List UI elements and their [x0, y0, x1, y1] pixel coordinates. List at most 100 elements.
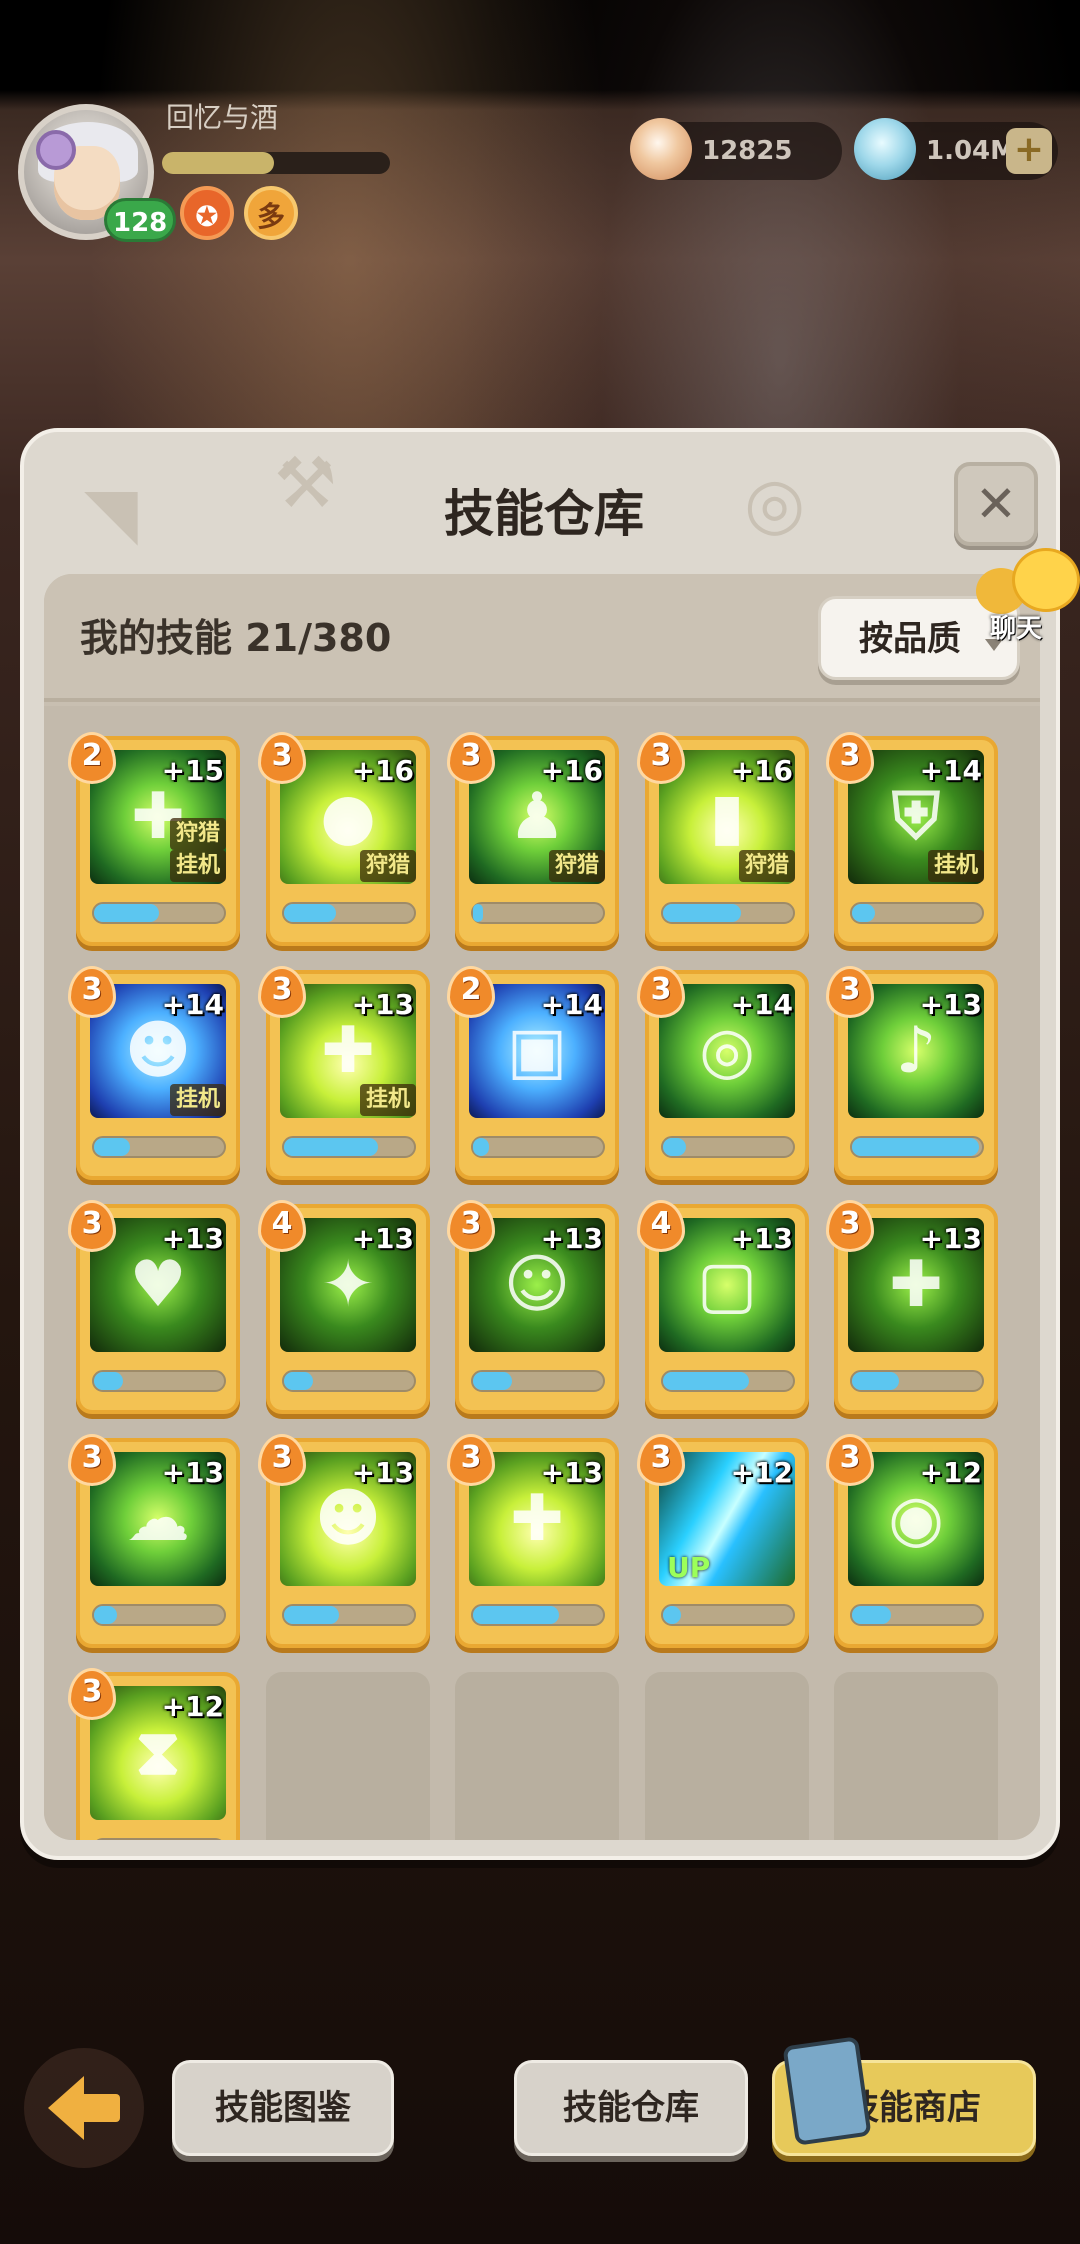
- skill-rank-badge: 3: [68, 1668, 116, 1724]
- skill-shop-button[interactable]: 技能商店: [772, 2036, 1036, 2156]
- skill-progress-bar: [92, 1136, 226, 1158]
- skill-rank-badge: 3: [68, 1200, 116, 1256]
- skill-bonus: +13: [540, 1222, 603, 1255]
- skill-card[interactable]: ☺ +13 3: [447, 1200, 619, 1414]
- skill-rank: 3: [271, 1440, 293, 1475]
- skill-rank: 2: [81, 738, 103, 773]
- skill-bonus: +16: [730, 754, 793, 787]
- skill-rank-badge: 4: [637, 1200, 685, 1256]
- gem-currency: 1.04M +: [854, 118, 1058, 180]
- skill-progress-fill: [473, 1372, 512, 1390]
- skill-bonus: +16: [351, 754, 414, 787]
- skill-rank-badge: 2: [447, 966, 495, 1022]
- skill-rank-badge: 3: [826, 1200, 874, 1256]
- skill-card[interactable]: ✚ +13 3: [447, 1434, 619, 1648]
- skill-storage-panel: ◥ ⚒ ◎ 技能仓库 ✕ 我的技能 21/380 按品质 ✚ +15 狩猎 挂机 2 ● +…: [20, 428, 1060, 1860]
- empty-skill-slot: [834, 1672, 998, 1840]
- skill-card[interactable]: ✦ +13 4: [258, 1200, 430, 1414]
- skill-card[interactable]: ◎ +14 3: [637, 966, 809, 1180]
- skill-rank: 3: [839, 1206, 861, 1241]
- skill-rank: 3: [839, 1440, 861, 1475]
- skill-progress-fill: [284, 1606, 339, 1624]
- skill-codex-button[interactable]: 技能图鉴: [172, 2060, 394, 2156]
- skill-tag: 狩猎: [738, 850, 795, 882]
- skill-card[interactable]: ✚ +15 狩猎 挂机 2: [68, 732, 240, 946]
- medal-icon[interactable]: ✪: [180, 186, 234, 240]
- skill-progress-bar: [92, 1370, 226, 1392]
- skill-card[interactable]: ♪ +13 3: [826, 966, 998, 1180]
- upgrade-tag: UP: [667, 1551, 711, 1584]
- skill-card[interactable]: +12 UP 3: [637, 1434, 809, 1648]
- skill-storage-button[interactable]: 技能仓库: [514, 2060, 748, 2156]
- skill-card[interactable]: ☁ +13 3: [68, 1434, 240, 1648]
- skill-rank-badge: 3: [637, 1434, 685, 1490]
- skill-rank: 3: [650, 1440, 672, 1475]
- skill-card[interactable]: ♟ +16 狩猎 3: [447, 732, 619, 946]
- skill-bonus: +14: [730, 988, 793, 1021]
- skill-progress-fill: [284, 1138, 378, 1156]
- skill-progress-bar: [282, 902, 416, 924]
- skill-rank-badge: 3: [826, 1434, 874, 1490]
- skill-bonus: +13: [351, 988, 414, 1021]
- skill-bonus: +13: [351, 1222, 414, 1255]
- skill-rank-badge: 3: [258, 966, 306, 1022]
- skill-progress-bar: [471, 902, 605, 924]
- skill-rank-badge: 3: [447, 732, 495, 788]
- skill-card[interactable]: ◉ +12 3: [826, 1434, 998, 1648]
- skill-progress-bar: [471, 1370, 605, 1392]
- skill-progress-bar: [282, 1136, 416, 1158]
- skill-card[interactable]: ⧗ +12 3: [68, 1668, 240, 1840]
- skill-rank: 3: [81, 972, 103, 1007]
- skill-card[interactable]: ● +16 狩猎 3: [258, 732, 430, 946]
- skill-progress-bar: [282, 1604, 416, 1626]
- skill-rank: 3: [271, 738, 293, 773]
- skill-rank: 4: [650, 1206, 672, 1241]
- multi-medal-icon[interactable]: 多: [244, 186, 298, 240]
- skill-rank-badge: 3: [447, 1200, 495, 1256]
- gem-amount: 1.04M: [926, 136, 1017, 166]
- skill-bonus: +13: [161, 1222, 224, 1255]
- skill-progress-fill: [663, 1372, 749, 1390]
- skill-card[interactable]: ♥ +13 3: [68, 1200, 240, 1414]
- skill-tag: 狩猎: [548, 850, 605, 882]
- skill-progress-fill: [473, 904, 484, 922]
- skill-rank: 3: [460, 1206, 482, 1241]
- skill-rank: 3: [81, 1206, 103, 1241]
- skill-rank: 3: [271, 972, 293, 1007]
- skill-progress-fill: [852, 904, 876, 922]
- shop-card-icon: [782, 2036, 872, 2146]
- skill-card[interactable]: ▮ +16 狩猎 3: [637, 732, 809, 946]
- close-button[interactable]: ✕: [954, 462, 1038, 546]
- panel-title: 技能仓库: [444, 485, 644, 543]
- skill-inventory: 我的技能 21/380 按品质 ✚ +15 狩猎 挂机 2 ● +16 狩猎 3 ♟ +16 狩猎 3 ▮…: [44, 574, 1040, 1840]
- smiley-icon: [1012, 548, 1080, 612]
- skill-card[interactable]: ☻ +14 挂机 3: [68, 966, 240, 1180]
- skill-rank: 3: [839, 738, 861, 773]
- back-button[interactable]: [24, 2048, 144, 2168]
- skill-card[interactable]: ✚ +13 挂机 3: [258, 966, 430, 1180]
- skill-progress-fill: [663, 904, 741, 922]
- skill-bonus: +14: [161, 988, 224, 1021]
- skill-tag: 挂机: [169, 1084, 226, 1116]
- skill-rank: 4: [271, 1206, 293, 1241]
- skill-progress-fill: [473, 1138, 489, 1156]
- skill-card[interactable]: ⛨ +14 挂机 3: [826, 732, 998, 946]
- skill-tag: 挂机: [927, 850, 984, 882]
- skill-card[interactable]: ☻ +13 3: [258, 1434, 430, 1648]
- skill-progress-fill: [852, 1372, 899, 1390]
- shell-amount: 12825: [702, 136, 793, 166]
- skill-progress-fill: [852, 1606, 891, 1624]
- skill-progress-bar: [661, 902, 795, 924]
- skill-progress-bar: [850, 902, 984, 924]
- skill-card[interactable]: ✚ +13 3: [826, 1200, 998, 1414]
- skill-grid: ✚ +15 狩猎 挂机 2 ● +16 狩猎 3 ♟ +16 狩猎 3 ▮ +16 狩猎 3 ⛨ +14 挂机 3 ☻ +1…: [44, 706, 1040, 1840]
- skill-card[interactable]: ▣ +14 2: [447, 966, 619, 1180]
- skill-bonus: +13: [919, 1222, 982, 1255]
- back-arrow-tail: [80, 2094, 120, 2122]
- skill-rank: 3: [81, 1440, 103, 1475]
- add-currency-button[interactable]: +: [1006, 128, 1052, 174]
- empty-skill-slot: [266, 1672, 430, 1840]
- skill-tag: 挂机: [169, 850, 226, 882]
- skill-card[interactable]: ▢ +13 4: [637, 1200, 809, 1414]
- chat-button[interactable]: 聊天: [970, 548, 1080, 648]
